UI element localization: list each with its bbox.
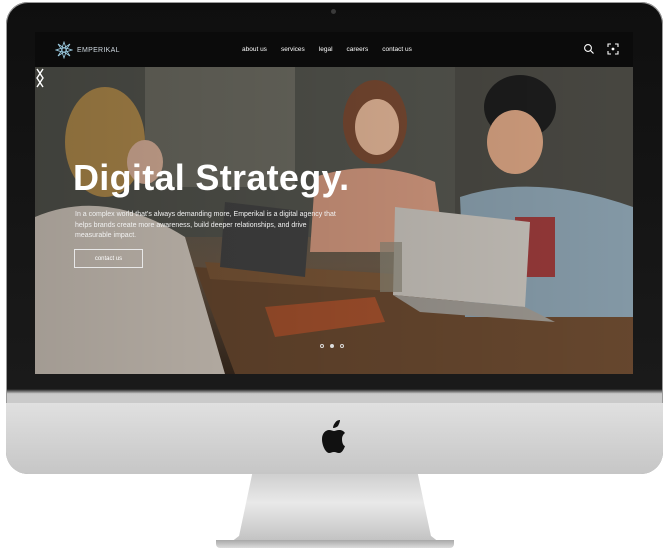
brand-name: EMPERIKAL: [77, 46, 120, 54]
nav-link-contact-us[interactable]: contact us: [382, 46, 412, 53]
hero-title: Digital Strategy.: [73, 157, 350, 198]
brand[interactable]: EMPERIKAL: [55, 41, 120, 59]
imac-stand-base: [216, 540, 454, 548]
slider-dot[interactable]: [320, 344, 324, 348]
hero-section: Digital Strategy. In a complex world tha…: [35, 67, 633, 374]
expand-icon[interactable]: [607, 43, 619, 55]
apple-logo-icon: [322, 420, 345, 453]
hero-description: In a complex world that's always demandi…: [75, 211, 336, 239]
nav-icons: [583, 43, 619, 55]
slider-dots: [320, 344, 344, 348]
slider-dot-active[interactable]: [330, 344, 334, 348]
nav-link-careers[interactable]: careers: [347, 46, 369, 53]
slider-dot[interactable]: [340, 344, 344, 348]
screen: EMPERIKAL about us services legal career…: [35, 32, 633, 374]
nav-menu: about us services legal careers contact …: [242, 32, 412, 67]
nav-link-services[interactable]: services: [281, 46, 305, 53]
nav-link-about-us[interactable]: about us: [242, 46, 267, 53]
imac-stand: [226, 474, 444, 546]
search-icon[interactable]: [583, 43, 595, 55]
camera: [331, 9, 336, 14]
navbar: EMPERIKAL about us services legal career…: [35, 32, 633, 67]
contact-us-button[interactable]: contact us: [74, 249, 143, 268]
brand-logo-icon: [55, 41, 73, 59]
nav-link-legal[interactable]: legal: [319, 46, 333, 53]
chevron-right-icon[interactable]: [35, 67, 45, 89]
